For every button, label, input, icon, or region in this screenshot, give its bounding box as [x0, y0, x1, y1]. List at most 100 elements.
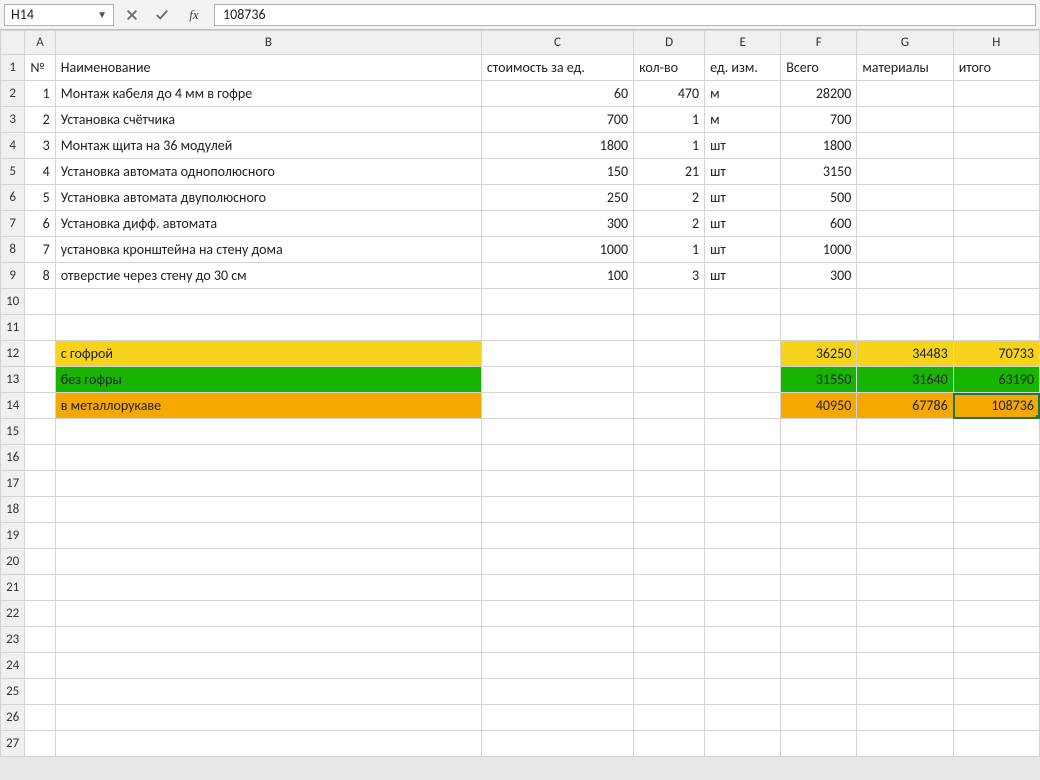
row-header-3[interactable]: 3: [1, 107, 25, 133]
cell-C-3[interactable]: 700: [481, 107, 633, 133]
cell-D-15[interactable]: [634, 419, 705, 445]
cell-F-20[interactable]: [781, 549, 857, 575]
cell-H-8[interactable]: [953, 237, 1039, 263]
cell-A-4[interactable]: 3: [25, 133, 55, 159]
cell-G-3[interactable]: [857, 107, 953, 133]
cell-B-12[interactable]: с гофрой: [55, 341, 481, 367]
cell-C-1[interactable]: стоимость за ед.: [481, 55, 633, 81]
cell-B-19[interactable]: [55, 523, 481, 549]
cell-A-22[interactable]: [25, 601, 55, 627]
cell-H-1[interactable]: итого: [953, 55, 1039, 81]
cell-G-15[interactable]: [857, 419, 953, 445]
cell-B-15[interactable]: [55, 419, 481, 445]
cell-B-4[interactable]: Монтаж щита на 36 модулей: [55, 133, 481, 159]
cell-D-20[interactable]: [634, 549, 705, 575]
cell-E-13[interactable]: [705, 367, 781, 393]
cell-F-13[interactable]: 31550: [781, 367, 857, 393]
cell-E-18[interactable]: [705, 497, 781, 523]
cell-E-12[interactable]: [705, 341, 781, 367]
cell-C-25[interactable]: [481, 679, 633, 705]
cell-E-1[interactable]: ед. изм.: [705, 55, 781, 81]
cell-D-6[interactable]: 2: [634, 185, 705, 211]
cell-A-21[interactable]: [25, 575, 55, 601]
cell-A-13[interactable]: [25, 367, 55, 393]
spreadsheet-grid[interactable]: A B C D E F G H 1№Наименованиестоимость …: [0, 30, 1040, 757]
cell-C-20[interactable]: [481, 549, 633, 575]
cell-E-24[interactable]: [705, 653, 781, 679]
cell-H-19[interactable]: [953, 523, 1039, 549]
cell-E-15[interactable]: [705, 419, 781, 445]
cell-F-19[interactable]: [781, 523, 857, 549]
cell-H-15[interactable]: [953, 419, 1039, 445]
cell-B-9[interactable]: отверстие через стену до 30 см: [55, 263, 481, 289]
cell-B-25[interactable]: [55, 679, 481, 705]
cell-G-4[interactable]: [857, 133, 953, 159]
cell-G-5[interactable]: [857, 159, 953, 185]
cell-G-9[interactable]: [857, 263, 953, 289]
row-header-22[interactable]: 22: [1, 601, 25, 627]
row-header-18[interactable]: 18: [1, 497, 25, 523]
cell-H-26[interactable]: [953, 705, 1039, 731]
cell-B-6[interactable]: Установка автомата двуполюсного: [55, 185, 481, 211]
cell-E-21[interactable]: [705, 575, 781, 601]
cell-A-8[interactable]: 7: [25, 237, 55, 263]
cell-G-14[interactable]: 67786: [857, 393, 953, 419]
cell-D-25[interactable]: [634, 679, 705, 705]
cell-D-26[interactable]: [634, 705, 705, 731]
cell-H-20[interactable]: [953, 549, 1039, 575]
cell-D-18[interactable]: [634, 497, 705, 523]
cell-E-20[interactable]: [705, 549, 781, 575]
row-header-24[interactable]: 24: [1, 653, 25, 679]
cell-A-5[interactable]: 4: [25, 159, 55, 185]
cell-D-16[interactable]: [634, 445, 705, 471]
cell-C-15[interactable]: [481, 419, 633, 445]
col-header-A[interactable]: A: [25, 31, 55, 55]
cell-F-4[interactable]: 1800: [781, 133, 857, 159]
cell-G-21[interactable]: [857, 575, 953, 601]
cell-A-19[interactable]: [25, 523, 55, 549]
cell-E-10[interactable]: [705, 289, 781, 315]
cell-B-21[interactable]: [55, 575, 481, 601]
cell-H-23[interactable]: [953, 627, 1039, 653]
cell-F-8[interactable]: 1000: [781, 237, 857, 263]
col-header-F[interactable]: F: [781, 31, 857, 55]
cell-A-14[interactable]: [25, 393, 55, 419]
cell-B-7[interactable]: Установка дифф. автомата: [55, 211, 481, 237]
row-header-2[interactable]: 2: [1, 81, 25, 107]
cell-C-11[interactable]: [481, 315, 633, 341]
cell-H-22[interactable]: [953, 601, 1039, 627]
cell-B-3[interactable]: Установка счётчика: [55, 107, 481, 133]
cell-E-16[interactable]: [705, 445, 781, 471]
cell-F-22[interactable]: [781, 601, 857, 627]
cell-C-4[interactable]: 1800: [481, 133, 633, 159]
cell-C-27[interactable]: [481, 731, 633, 757]
cell-F-3[interactable]: 700: [781, 107, 857, 133]
cell-C-13[interactable]: [481, 367, 633, 393]
cell-E-7[interactable]: шт: [705, 211, 781, 237]
cell-E-11[interactable]: [705, 315, 781, 341]
cell-H-16[interactable]: [953, 445, 1039, 471]
cell-H-21[interactable]: [953, 575, 1039, 601]
cell-G-2[interactable]: [857, 81, 953, 107]
cell-E-9[interactable]: шт: [705, 263, 781, 289]
cell-F-17[interactable]: [781, 471, 857, 497]
cell-H-9[interactable]: [953, 263, 1039, 289]
cell-C-2[interactable]: 60: [481, 81, 633, 107]
col-header-G[interactable]: G: [857, 31, 953, 55]
cell-B-24[interactable]: [55, 653, 481, 679]
cell-B-17[interactable]: [55, 471, 481, 497]
row-header-1[interactable]: 1: [1, 55, 25, 81]
cell-H-2[interactable]: [953, 81, 1039, 107]
cell-G-17[interactable]: [857, 471, 953, 497]
cell-A-23[interactable]: [25, 627, 55, 653]
row-header-7[interactable]: 7: [1, 211, 25, 237]
cell-C-17[interactable]: [481, 471, 633, 497]
cell-G-10[interactable]: [857, 289, 953, 315]
cell-F-21[interactable]: [781, 575, 857, 601]
cell-F-12[interactable]: 36250: [781, 341, 857, 367]
cell-B-23[interactable]: [55, 627, 481, 653]
cell-E-22[interactable]: [705, 601, 781, 627]
cell-A-18[interactable]: [25, 497, 55, 523]
cell-D-27[interactable]: [634, 731, 705, 757]
cell-A-26[interactable]: [25, 705, 55, 731]
